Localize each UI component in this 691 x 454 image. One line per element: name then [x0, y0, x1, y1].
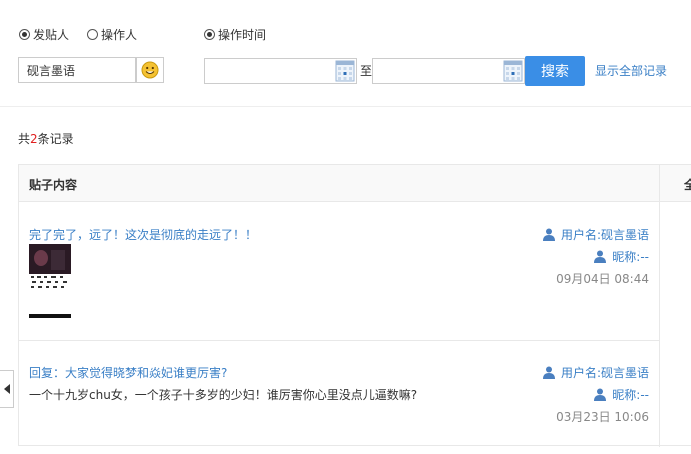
search-button[interactable]: 搜索: [525, 56, 585, 86]
section-divider: [0, 106, 691, 107]
username-value[interactable]: 砚言墨语: [601, 364, 649, 381]
record-count-suffix: 条记录: [37, 132, 74, 146]
table-header: 贴子内容 全: [19, 165, 691, 202]
radio-poster[interactable]: 发贴人: [19, 26, 69, 43]
calendar-icon[interactable]: [334, 59, 356, 83]
radio-dot-unchecked: [87, 28, 99, 40]
column-header-second: 全: [684, 178, 691, 192]
post-date-value: 09月04日 08:44: [556, 272, 649, 286]
post-username: 用户名: 砚言墨语: [542, 226, 649, 243]
show-all-records-link[interactable]: 显示全部记录: [595, 62, 667, 79]
radio-time[interactable]: 操作时间: [204, 26, 266, 42]
username-value[interactable]: 砚言墨语: [601, 226, 649, 243]
calendar-icon[interactable]: [502, 59, 524, 83]
radio-operator-label: 操作人: [101, 27, 138, 42]
column-divider: [659, 202, 660, 447]
side-panel-toggle[interactable]: [0, 370, 14, 408]
post-nickname: 昵称: --: [594, 386, 649, 403]
post-thumbnail-image[interactable]: [29, 244, 71, 292]
post-nickname: 昵称: --: [594, 248, 649, 265]
user-icon: [594, 388, 607, 401]
filter-radio-group: 发贴人 操作人: [19, 26, 155, 42]
post-date: 03月23日 10:06: [556, 408, 649, 425]
user-icon: [542, 228, 555, 241]
radio-time-label: 操作时间: [218, 27, 267, 42]
radio-dot-checked: [19, 28, 30, 40]
chevron-left-icon: [3, 384, 10, 394]
post-body-text: 一个十九岁chu女，一个孩子十多岁的少妇！谁厉害你心里没点儿逼数嘛?: [29, 388, 418, 402]
post-date-value: 03月23日 10:06: [556, 410, 649, 424]
radio-operator[interactable]: 操作人: [87, 26, 137, 43]
table-row: 完了完了，远了！这次是彻底的走远了！！ 用户名: 砚言墨语 昵称: -- 09月…: [19, 202, 659, 341]
radio-dot-checked: [204, 28, 215, 40]
smiley-icon: [141, 61, 159, 79]
radio-poster-label: 发贴人: [33, 27, 70, 42]
user-icon: [594, 250, 607, 263]
post-date: 09月04日 08:44: [556, 270, 649, 287]
username-label: 用户名:: [560, 366, 601, 380]
record-count-number: 2: [30, 132, 38, 146]
nickname-value: --: [640, 249, 649, 264]
nickname-value: --: [640, 387, 649, 402]
nickname-label: 昵称:: [612, 250, 641, 264]
date-from-input[interactable]: [204, 58, 357, 84]
record-count-prefix: 共: [18, 132, 31, 146]
record-count: 共2条记录: [18, 130, 74, 147]
post-title-link[interactable]: 回复：大家觉得晓梦和焱妃谁更厉害?: [29, 364, 227, 381]
post-username: 用户名: 砚言墨语: [542, 364, 649, 381]
emoji-button[interactable]: [136, 57, 164, 83]
column-divider: [659, 165, 660, 201]
date-range-separator: 至: [360, 64, 373, 78]
nickname-label: 昵称:: [612, 388, 641, 402]
username-label: 用户名:: [560, 228, 601, 242]
table-row: 回复：大家觉得晓梦和焱妃谁更厉害? 一个十九岁chu女，一个孩子十多岁的少妇！谁…: [19, 341, 659, 447]
post-title-link[interactable]: 完了完了，远了！这次是彻底的走远了！！: [29, 226, 257, 243]
post-image-bar: [29, 314, 71, 318]
column-header-content: 贴子内容: [29, 178, 78, 192]
user-icon: [542, 366, 555, 379]
date-to-input[interactable]: [372, 58, 525, 84]
poster-name-input[interactable]: [18, 57, 136, 83]
posts-table: 贴子内容 全 完了完了，远了！这次是彻底的走远了！！ 用户名: 砚言墨语 昵称:…: [18, 164, 691, 447]
